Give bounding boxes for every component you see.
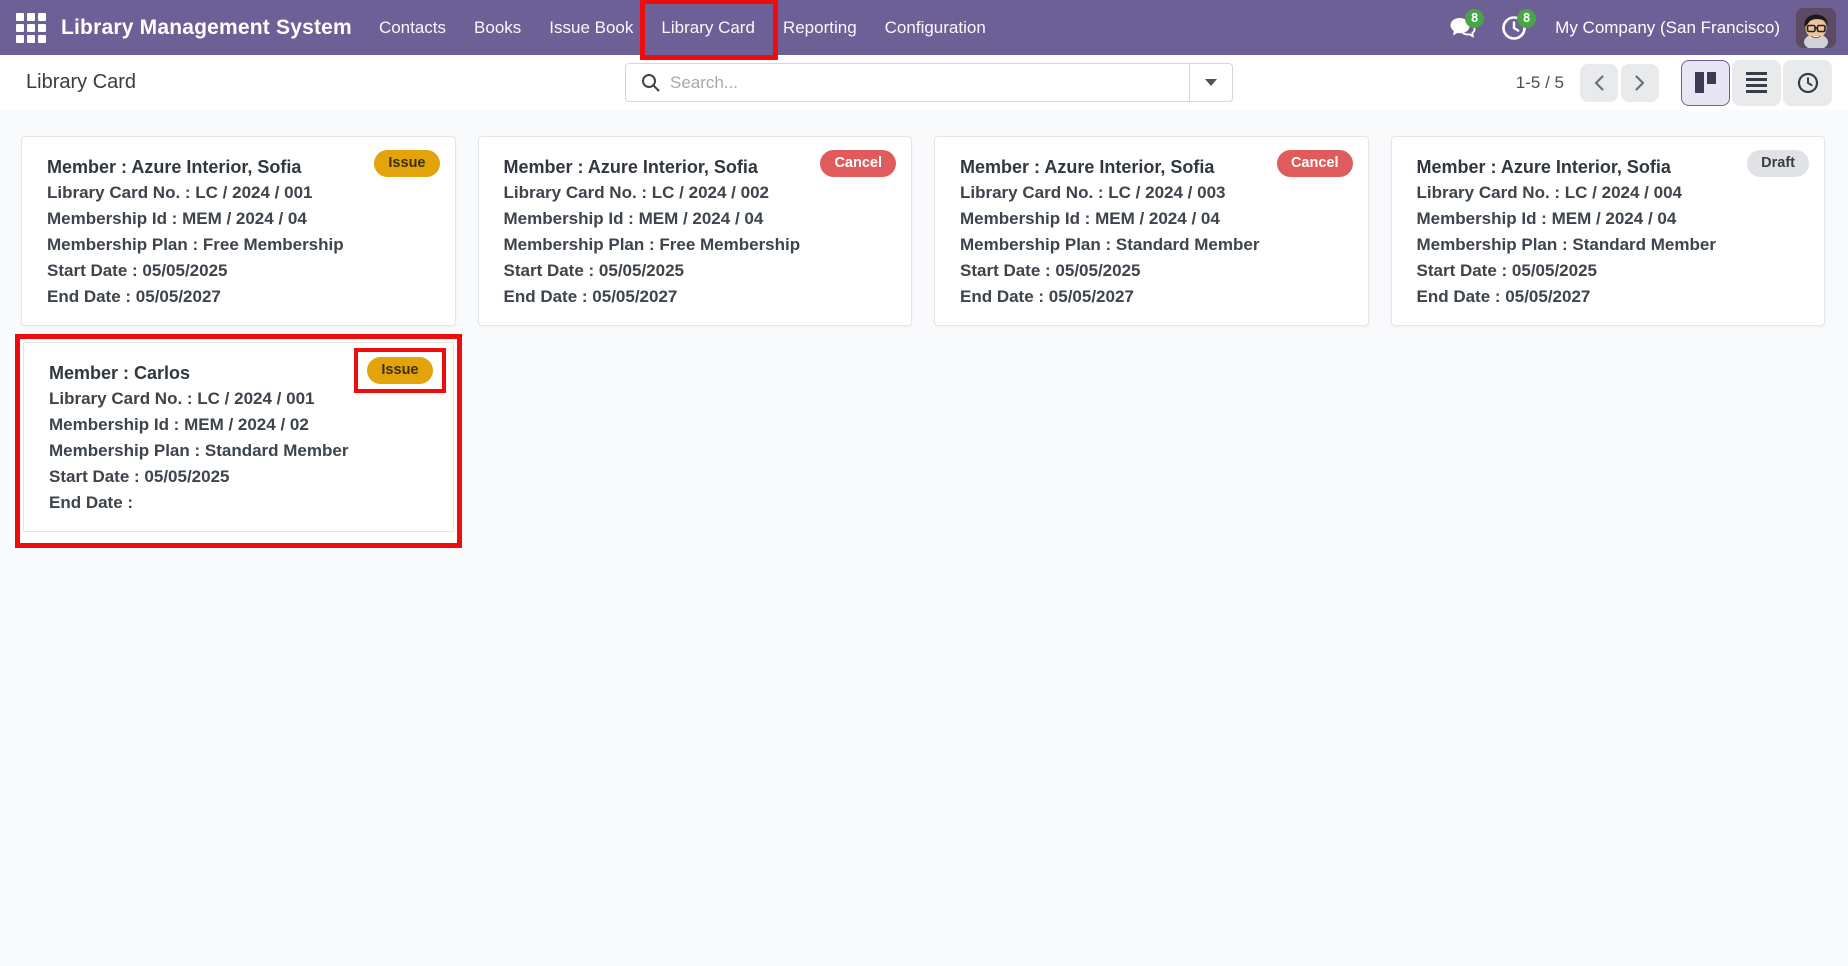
card-field-line: Membership Plan : Standard Member [49, 438, 435, 464]
annotated-kanban-card-cell: Member : Carlos Library Card No. : LC / … [15, 334, 462, 548]
menu-item-library-card[interactable]: Library Card [647, 10, 769, 46]
status-badge: Draft [1747, 150, 1809, 177]
status-badge-box: Issue [354, 348, 445, 393]
kanban-grid: Member : Azure Interior, Sofia Library C… [21, 136, 1825, 548]
card-field-line: Membership Plan : Free Membership [47, 232, 437, 258]
library-card-kanban-card[interactable]: Member : Carlos Library Card No. : LC / … [23, 342, 454, 532]
card-field-line: End Date : 05/05/2027 [960, 284, 1350, 310]
library-card-kanban-card[interactable]: Member : Azure Interior, Sofia Library C… [478, 136, 913, 326]
activities-button[interactable]: 8 [1497, 11, 1531, 45]
top-navbar: Library Management System Contacts Books… [0, 0, 1848, 55]
search-input[interactable] [670, 73, 1189, 93]
user-avatar-icon [1796, 8, 1836, 48]
status-badge-box: Cancel [1277, 150, 1353, 177]
status-badge-box: Issue [374, 150, 439, 177]
user-avatar[interactable] [1796, 8, 1836, 48]
library-card-kanban-card[interactable]: Member : Azure Interior, Sofia Library C… [934, 136, 1369, 326]
apps-menu-button[interactable] [10, 7, 52, 49]
menu-item-contacts[interactable]: Contacts [365, 10, 460, 46]
menu-item-configuration[interactable]: Configuration [871, 10, 1000, 46]
search-icon [641, 73, 660, 92]
card-field-line: Membership Id : MEM / 2024 / 04 [1417, 206, 1807, 232]
card-field-line: End Date : 05/05/2027 [504, 284, 894, 310]
kanban-view-button[interactable] [1681, 60, 1730, 106]
menu-item-issue-book[interactable]: Issue Book [535, 10, 647, 46]
status-badge: Issue [367, 357, 432, 384]
card-lines: Library Card No. : LC / 2024 / 004Member… [1417, 180, 1807, 310]
library-card-kanban-card[interactable]: Member : Azure Interior, Sofia Library C… [1391, 136, 1826, 326]
kanban-card-cell: Member : Azure Interior, Sofia Library C… [478, 136, 913, 326]
card-field-line: Membership Id : MEM / 2024 / 02 [49, 412, 435, 438]
card-field-line: Membership Id : MEM / 2024 / 04 [504, 206, 894, 232]
card-lines: Library Card No. : LC / 2024 / 001Member… [49, 386, 435, 516]
kanban-card-cell: Member : Azure Interior, Sofia Library C… [21, 136, 456, 326]
library-card-kanban-card[interactable]: Member : Azure Interior, Sofia Library C… [21, 136, 456, 326]
card-lines: Library Card No. : LC / 2024 / 003Member… [960, 180, 1350, 310]
card-field-line: Membership Plan : Standard Member [1417, 232, 1807, 258]
card-field-line: Membership Id : MEM / 2024 / 04 [960, 206, 1350, 232]
breadcrumb-page-title: Library Card [26, 71, 136, 94]
card-lines: Library Card No. : LC / 2024 / 002Member… [504, 180, 894, 310]
menu-item-reporting[interactable]: Reporting [769, 10, 871, 46]
main-menu: Contacts Books Issue Book Library Card R… [365, 10, 1000, 46]
card-field-line: Start Date : 05/05/2025 [1417, 258, 1807, 284]
card-field-line: End Date : 05/05/2027 [47, 284, 437, 310]
list-view-button[interactable] [1732, 60, 1781, 106]
status-badge-box: Draft [1747, 150, 1809, 177]
card-field-line: End Date : 05/05/2027 [1417, 284, 1807, 310]
company-switcher[interactable]: My Company (San Francisco) [1555, 18, 1780, 38]
grid-apps-icon [16, 13, 46, 43]
card-lines: Library Card No. : LC / 2024 / 001Member… [47, 180, 437, 310]
card-field-line: Membership Plan : Standard Member [960, 232, 1350, 258]
chevron-down-icon [1205, 79, 1217, 86]
activities-count-badge: 8 [1517, 9, 1536, 28]
status-badge: Cancel [820, 150, 896, 177]
card-field-line: Start Date : 05/05/2025 [47, 258, 437, 284]
activity-clock-icon [1797, 72, 1819, 94]
pager-range: 1-5 / 5 [1516, 73, 1564, 93]
card-field-line: End Date : [49, 490, 435, 516]
messages-count-badge: 8 [1465, 9, 1484, 28]
kanban-view-icon [1695, 72, 1716, 93]
view-switcher [1681, 60, 1832, 106]
search-bar [625, 63, 1233, 102]
chevron-left-icon [1592, 74, 1606, 92]
chevron-right-icon [1633, 74, 1647, 92]
messages-button[interactable]: 8 [1445, 11, 1479, 45]
card-field-line: Library Card No. : LC / 2024 / 002 [504, 180, 894, 206]
list-view-icon [1746, 72, 1767, 94]
card-field-line: Start Date : 05/05/2025 [49, 464, 435, 490]
pager-previous-button[interactable] [1580, 64, 1618, 102]
card-field-line: Library Card No. : LC / 2024 / 004 [1417, 180, 1807, 206]
status-badge: Cancel [1277, 150, 1353, 177]
control-panel: Library Card 1-5 / 5 [0, 55, 1848, 110]
card-field-line: Membership Id : MEM / 2024 / 04 [47, 206, 437, 232]
card-field-line: Membership Plan : Free Membership [504, 232, 894, 258]
kanban-view: Member : Azure Interior, Sofia Library C… [0, 110, 1848, 966]
menu-item-books[interactable]: Books [460, 10, 535, 46]
card-field-line: Library Card No. : LC / 2024 / 003 [960, 180, 1350, 206]
card-field-line: Library Card No. : LC / 2024 / 001 [47, 180, 437, 206]
systray: 8 8 My Company (San Francisco) [1445, 8, 1836, 48]
card-field-line: Start Date : 05/05/2025 [504, 258, 894, 284]
card-field-line: Start Date : 05/05/2025 [960, 258, 1350, 284]
activity-view-button[interactable] [1783, 60, 1832, 106]
status-badge-box: Cancel [820, 150, 896, 177]
status-badge: Issue [374, 150, 439, 177]
kanban-card-cell: Member : Azure Interior, Sofia Library C… [934, 136, 1369, 326]
pager-next-button[interactable] [1621, 64, 1659, 102]
search-options-toggle[interactable] [1190, 64, 1232, 101]
kanban-card-cell: Member : Azure Interior, Sofia Library C… [1391, 136, 1826, 326]
app-brand-title[interactable]: Library Management System [61, 16, 352, 40]
